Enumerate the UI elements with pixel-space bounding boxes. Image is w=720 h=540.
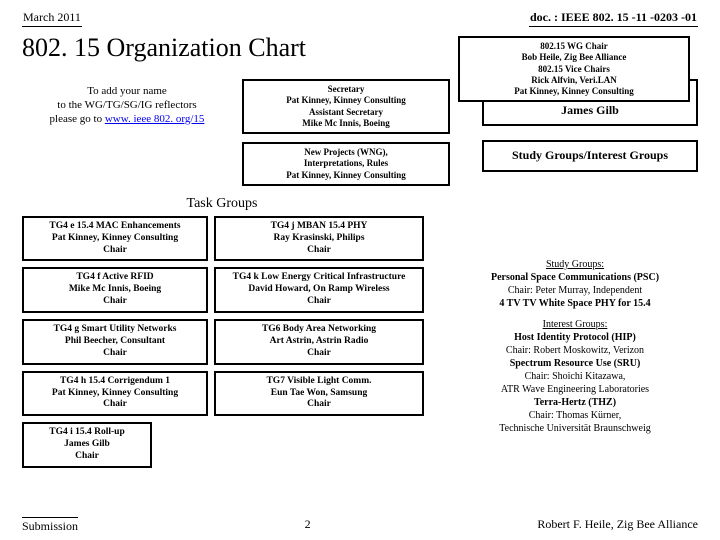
study-interest-groups: Study Groups: Personal Space Communicati… [456, 258, 694, 435]
header-date: March 2011 [22, 10, 82, 27]
footer-page: 2 [305, 517, 311, 534]
new-projects-box: New Projects (WNG), Interpretations, Rul… [242, 142, 450, 186]
footer-left: Submission [22, 517, 78, 534]
task-groups-label: Task Groups [22, 196, 422, 212]
sg-ig-box: Study Groups/Interest Groups [482, 140, 698, 172]
reflector-link[interactable]: www. ieee 802. org/15 [105, 113, 205, 125]
header-doc: doc. : IEEE 802. 15 -11 -0203 -01 [529, 10, 698, 27]
footer-right: Robert F. Heile, Zig Bee Alliance [537, 517, 698, 534]
reflector-note: To add your name to the WG/TG/SG/IG refl… [22, 85, 232, 126]
wg-chair-box: 802.15 WG Chair Bob Heile, Zig Bee Allia… [458, 36, 690, 102]
tg-col-right: TG4 j MBAN 15.4 PHYRay Krasinski, Philip… [214, 216, 424, 468]
secretary-box: Secretary Pat Kinney, Kinney Consulting … [242, 79, 450, 134]
tg-col-left: TG4 e 15.4 MAC EnhancementsPat Kinney, K… [22, 216, 208, 468]
